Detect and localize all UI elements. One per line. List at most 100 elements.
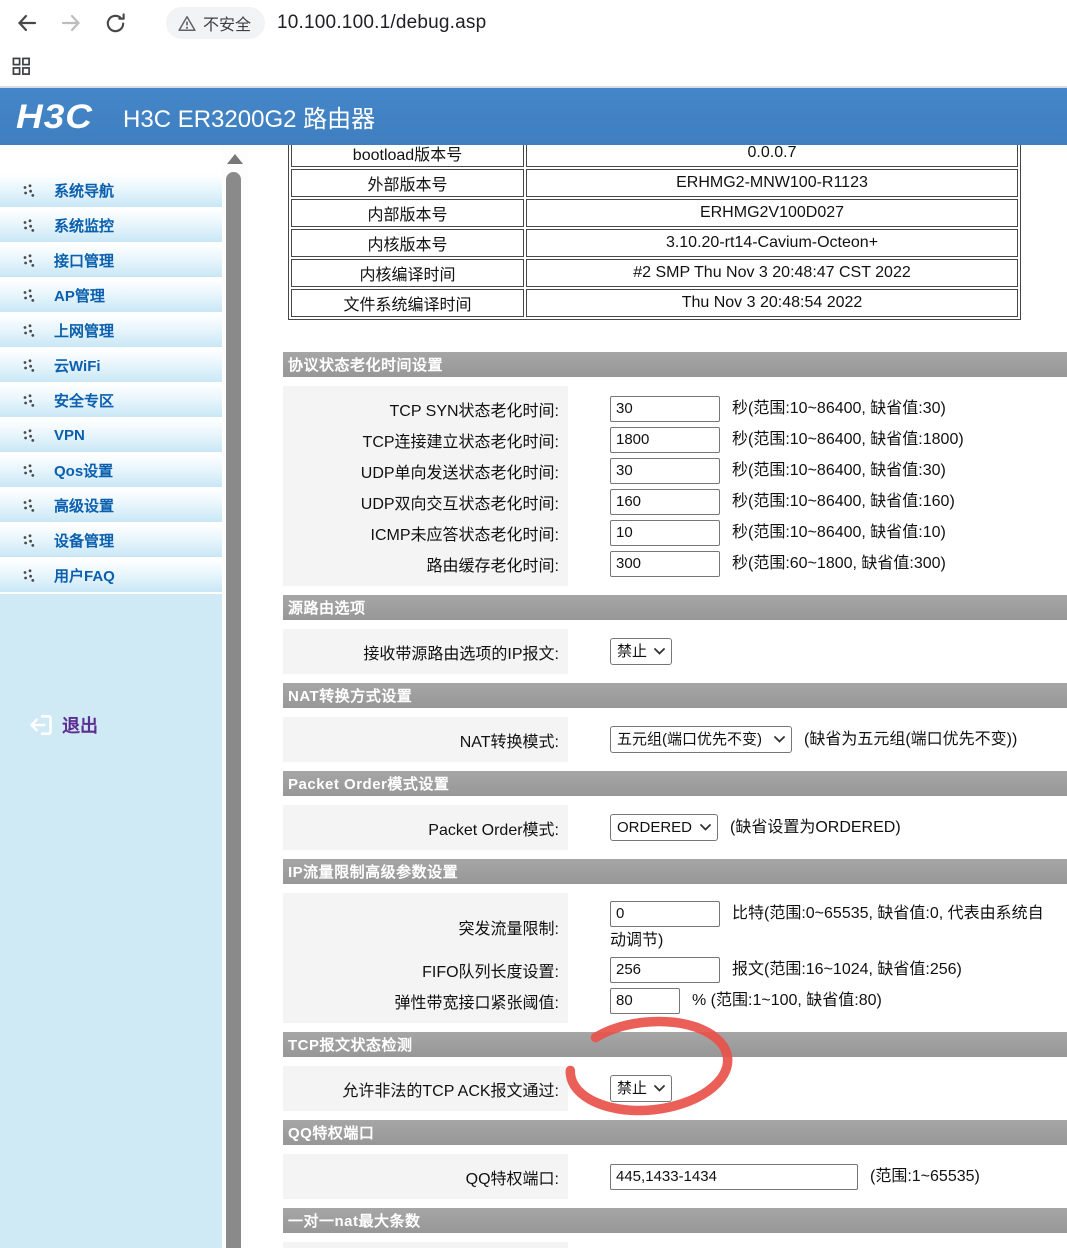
field-hint: % (范围:1~100, 缺省值:80)	[692, 992, 882, 1009]
field-area: 秒(范围:10~86400, 缺省值:30)	[610, 395, 1046, 422]
field-input[interactable]	[610, 956, 720, 983]
field-area: (范围:1~65535)	[610, 1163, 1046, 1190]
field-label: 弹性带宽接口紧张阈值:	[394, 994, 559, 1012]
version-table-row: 外部版本号 ERHMG2-MNW100-R1123	[291, 169, 1018, 197]
section-header: IP流量限制高级参数设置	[283, 859, 1067, 884]
field-hint: 秒(范围:10~86400, 缺省值:30)	[732, 400, 946, 417]
security-chip[interactable]: 不安全	[166, 7, 266, 39]
sidebar-item-系统导航[interactable]: 系统导航	[0, 174, 222, 207]
sidebar-item-云WiFi[interactable]: 云WiFi	[0, 349, 222, 382]
sidebar-item-label: 设备管理	[54, 533, 115, 550]
forward-button[interactable]	[54, 6, 88, 40]
field-input[interactable]	[610, 987, 680, 1014]
logout-button[interactable]: 退出	[28, 712, 222, 738]
field-input[interactable]	[610, 900, 720, 927]
field-area: ORDERED (缺省设置为ORDERED)	[610, 814, 1046, 842]
form-row: 弹性带宽接口紧张阈值: % (范围:1~100, 缺省值:80)	[283, 985, 1067, 1016]
sidebar-item-安全专区[interactable]: 安全专区	[0, 384, 222, 417]
section-rows: Packet Order模式: ORDERED (缺省设置为ORDERED)	[283, 805, 1067, 850]
reload-button[interactable]	[98, 6, 132, 40]
field-label: 允许非法的TCP ACK报文通过:	[342, 1082, 559, 1100]
menu-dots-icon	[23, 218, 35, 232]
field-area: 秒(范围:10~86400, 缺省值:160)	[610, 488, 1046, 515]
sidebar-scrollbar	[222, 145, 248, 1248]
sidebar-item-label: 云WiFi	[54, 358, 101, 375]
sidebar-item-高级设置[interactable]: 高级设置	[0, 489, 222, 522]
form-row: 允许非法的TCP ACK报文通过: 禁止	[283, 1073, 1067, 1104]
h3c-logo: H3C	[16, 97, 94, 135]
menu-dots-icon	[23, 288, 35, 302]
field-input[interactable]	[610, 457, 720, 484]
sidebar: 系统导航 系统监控 接口管理 AP管理 上网管理 云WiFi 安全专区 VPN …	[0, 145, 222, 1248]
field-label: ICMP未应答状态老化时间:	[370, 526, 559, 544]
scrollbar-up-arrow[interactable]	[227, 154, 243, 164]
field-input[interactable]	[610, 519, 720, 546]
back-button[interactable]	[10, 6, 44, 40]
field-hint: 秒(范围:60~1800, 缺省值:300)	[732, 555, 946, 572]
version-row-label: 内部版本号	[291, 199, 524, 227]
field-input[interactable]	[610, 1163, 858, 1190]
field-label: 接收带源路由选项的IP报文:	[363, 645, 559, 663]
security-label: 不安全	[203, 17, 252, 34]
version-row-label: 文件系统编译时间	[291, 289, 524, 317]
field-label: 路由缓存老化时间:	[426, 557, 559, 575]
sidebar-item-上网管理[interactable]: 上网管理	[0, 314, 222, 347]
field-area: 五元组(端口优先不变) (缺省为五元组(端口优先不变))	[610, 726, 1046, 754]
section-header: 协议状态老化时间设置	[283, 352, 1067, 377]
field-hint: (缺省为五元组(端口优先不变))	[804, 730, 1018, 748]
select-value: 禁止	[617, 1080, 648, 1098]
field-area: % (范围:1~100, 缺省值:80)	[610, 987, 1046, 1014]
section-header: 源路由选项	[283, 595, 1067, 620]
sidebar-item-VPN[interactable]: VPN	[0, 419, 222, 452]
field-select[interactable]: 五元组(端口优先不变)	[610, 726, 792, 754]
scrollbar-thumb[interactable]	[226, 172, 241, 1248]
section-rows: 接收带源路由选项的IP报文: 禁止	[283, 629, 1067, 674]
menu-dots-icon	[23, 428, 35, 442]
sidebar-item-设备管理[interactable]: 设备管理	[0, 524, 222, 557]
field-input[interactable]	[610, 550, 720, 577]
field-select[interactable]: 禁止	[610, 1075, 672, 1103]
section-rows: TCP SYN状态老化时间: 秒(范围:10~86400, 缺省值:30) TC…	[283, 386, 1067, 586]
sidebar-item-label: 系统监控	[54, 218, 115, 235]
field-area: 秒(范围:10~86400, 缺省值:1800)	[610, 426, 1046, 453]
section-header: 一对一nat最大条数	[283, 1208, 1067, 1233]
forward-arrow-icon	[61, 14, 81, 32]
section-rows: 一对一nat最大条数: (范围:30~60, 缺省值:30)	[283, 1242, 1067, 1248]
section-header: NAT转换方式设置	[283, 683, 1067, 708]
settings-sections: 协议状态老化时间设置 TCP SYN状态老化时间: 秒(范围:10~86400,…	[283, 352, 1067, 1248]
field-input[interactable]	[610, 488, 720, 515]
sidebar-item-label: AP管理	[54, 288, 105, 305]
sidebar-item-AP管理[interactable]: AP管理	[0, 279, 222, 312]
field-select[interactable]: ORDERED	[610, 814, 718, 842]
sidebar-item-label: 安全专区	[54, 393, 115, 410]
version-row-label: 内核版本号	[291, 229, 524, 257]
version-table: bootload版本号 0.0.0.7 外部版本号 ERHMG2-MNW100-…	[288, 145, 1021, 320]
sidebar-item-接口管理[interactable]: 接口管理	[0, 244, 222, 277]
sidebar-top-gap	[0, 145, 222, 174]
field-input[interactable]	[610, 426, 720, 453]
field-label: UDP单向发送状态老化时间:	[360, 464, 559, 482]
form-row: TCP连接建立状态老化时间: 秒(范围:10~86400, 缺省值:1800)	[283, 424, 1067, 455]
settings-section: IP流量限制高级参数设置 突发流量限制: 比特(范围:0~65535, 缺省值:…	[283, 859, 1067, 1023]
sidebar-item-Qos设置[interactable]: Qos设置	[0, 454, 222, 487]
field-label: QQ特权端口:	[465, 1170, 559, 1188]
form-row: 路由缓存老化时间: 秒(范围:60~1800, 缺省值:300)	[283, 548, 1067, 579]
page-title: H3C ER3200G2 路由器	[123, 106, 376, 133]
menu-dots-icon	[23, 498, 35, 512]
sidebar-item-用户FAQ[interactable]: 用户FAQ	[0, 559, 222, 592]
field-label: TCP连接建立状态老化时间:	[362, 433, 559, 451]
logout-icon	[30, 715, 52, 735]
version-table-row: 内核编译时间 #2 SMP Thu Nov 3 20:48:47 CST 202…	[291, 259, 1018, 287]
menu-dots-icon	[23, 358, 35, 372]
chevron-down-icon	[654, 1085, 665, 1092]
version-row-value: 0.0.0.7	[526, 145, 1018, 167]
field-select[interactable]: 禁止	[610, 638, 672, 666]
menu-dots-icon	[23, 533, 35, 547]
field-hint: (范围:1~65535)	[870, 1168, 980, 1185]
apps-grid-icon[interactable]	[12, 57, 31, 76]
field-input[interactable]	[610, 395, 720, 422]
url-text[interactable]: 10.100.100.1/debug.asp	[277, 12, 486, 34]
sidebar-menu: 系统导航 系统监控 接口管理 AP管理 上网管理 云WiFi 安全专区 VPN …	[0, 174, 222, 594]
sidebar-item-系统监控[interactable]: 系统监控	[0, 209, 222, 242]
logout-label: 退出	[62, 716, 98, 736]
